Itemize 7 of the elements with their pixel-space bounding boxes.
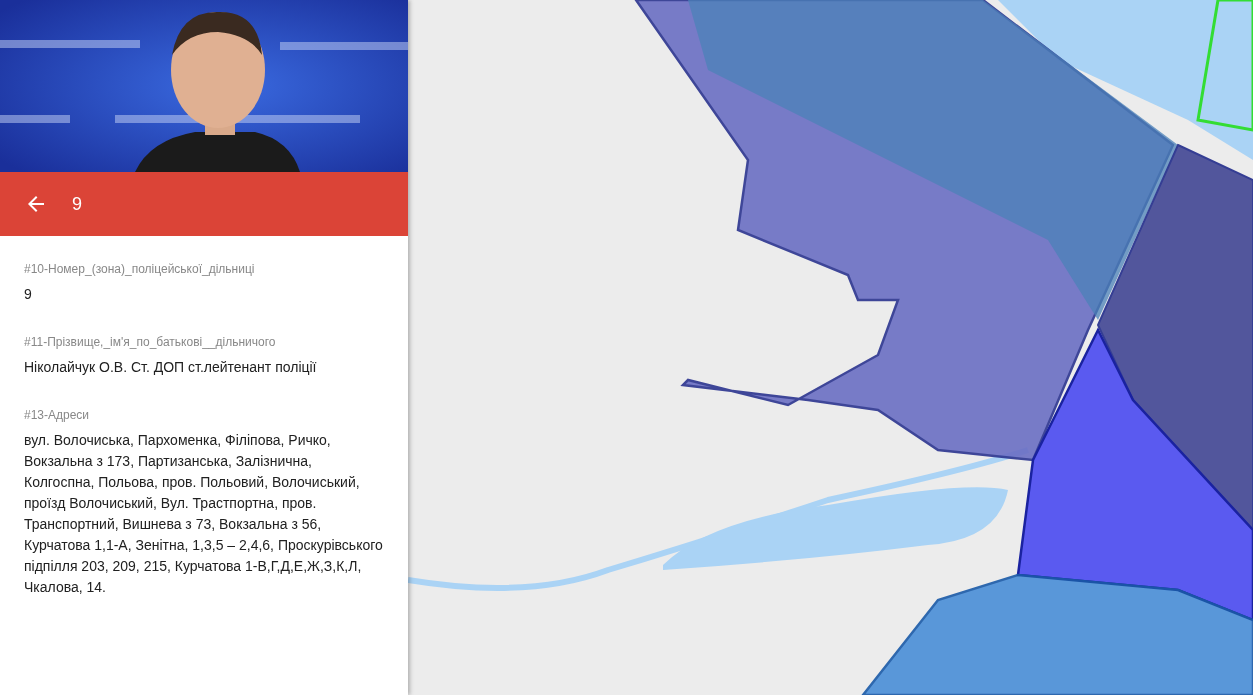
field-label: #10-Номер_(зона)_поліцейської_дільниці (24, 261, 256, 278)
field-value: вул. Волочиська, Пархоменка, Філіпова, Ричко, Вокзальна з 173, Партизанська, Залізнична, Колгоспна, Польова, пров. Польовий, Волочиський, проїзд Волочиський, Вул. Трастпортна, пров. Транспортний, Вишнева з 73, Вокзальна з 56, Курчатова 1,1-А, Зенітна, 1,3,5 – 2,4,6, Проскурівського підпілля 203, 209, 215, Курчатова 1-В,Г,Д,Е,Ж,З,К,Л, Чкалова, 14. (24, 431, 384, 597)
field-value: Ніколайчук О.В. Ст. ДОП ст.лейтенант поліції (24, 358, 318, 377)
feature-title: 9 (72, 192, 82, 216)
field-value: 9 (24, 285, 33, 304)
field-label: #13-Адреси (24, 407, 91, 424)
field-label: #11-Прізвище,_ім'я_по_батькові__дільничого (24, 334, 277, 351)
